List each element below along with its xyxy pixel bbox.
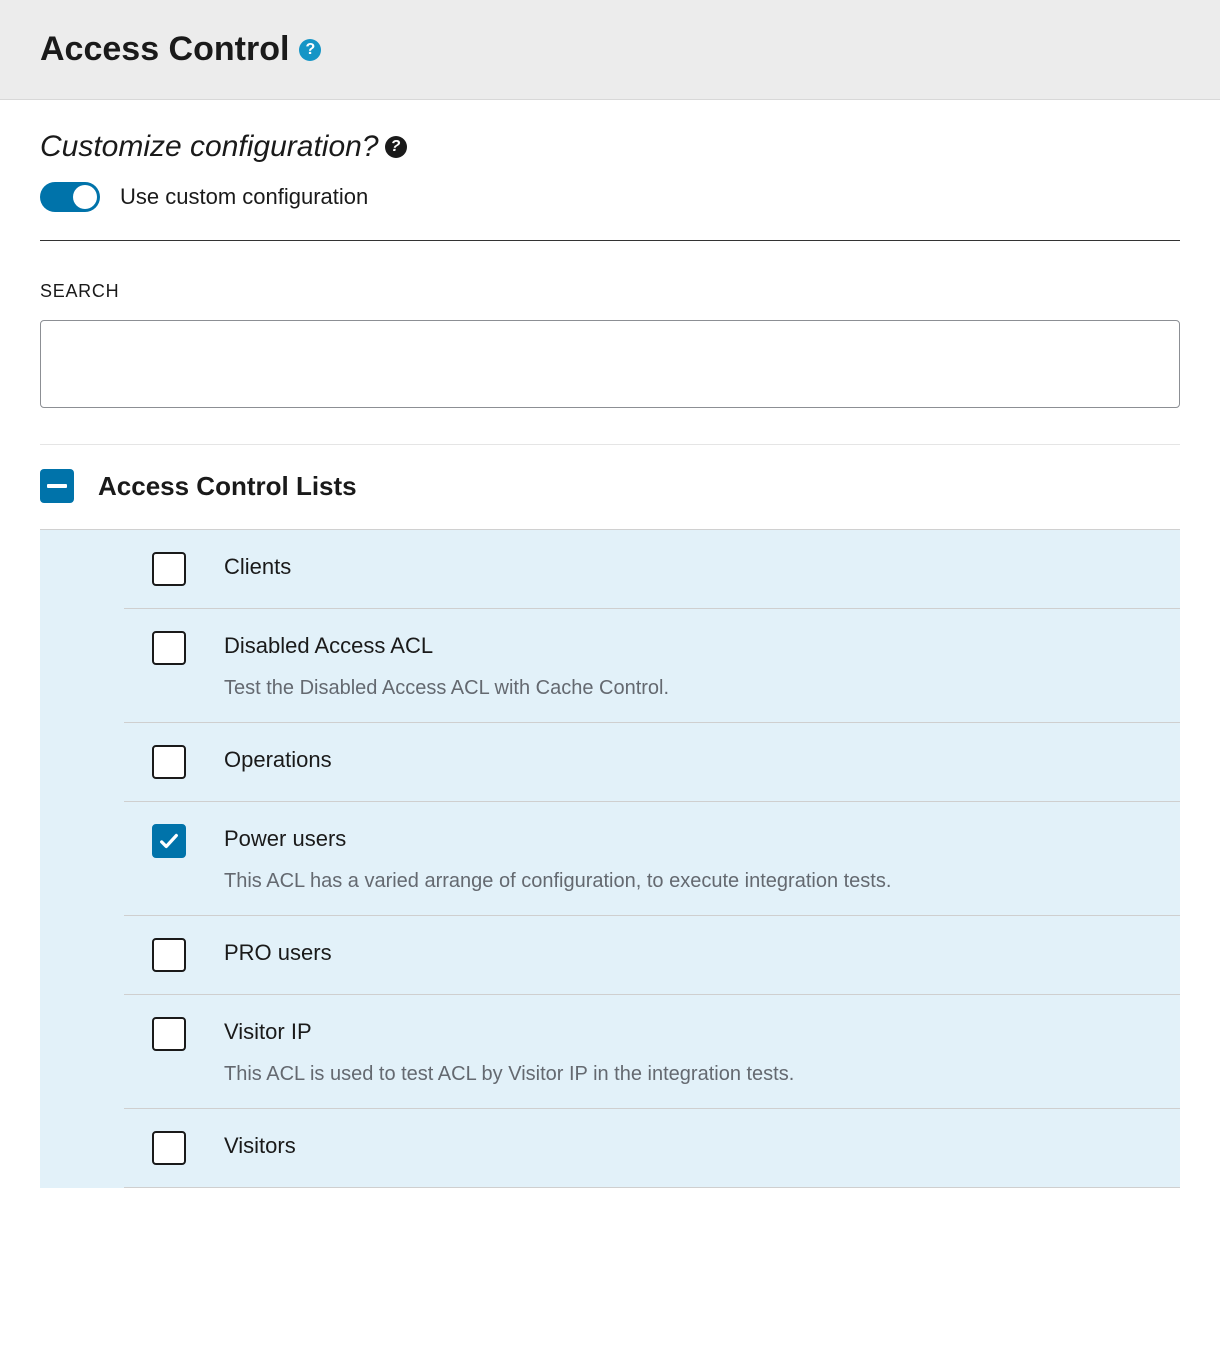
acl-label[interactable]: Visitors bbox=[224, 1133, 1150, 1159]
help-icon[interactable]: ? bbox=[385, 136, 407, 158]
search-input[interactable] bbox=[40, 320, 1180, 408]
help-icon[interactable]: ? bbox=[299, 39, 321, 61]
acl-body: Visitors bbox=[224, 1131, 1150, 1159]
acl-checkbox[interactable] bbox=[152, 552, 186, 586]
acl-description: This ACL is used to test ACL by Visitor … bbox=[224, 1063, 1150, 1086]
acl-checkbox[interactable] bbox=[152, 824, 186, 858]
acl-checkbox[interactable] bbox=[152, 745, 186, 779]
check-icon bbox=[158, 830, 180, 852]
search-label: SEARCH bbox=[40, 281, 1180, 302]
acl-label[interactable]: Operations bbox=[224, 747, 1150, 773]
acl-label[interactable]: Disabled Access ACL bbox=[224, 633, 1150, 659]
acl-label[interactable]: Power users bbox=[224, 826, 1150, 852]
group-checkbox-indeterminate[interactable] bbox=[40, 469, 74, 503]
divider bbox=[40, 444, 1180, 445]
acl-list: Clients Disabled Access ACL Test the Disab… bbox=[40, 529, 1180, 1188]
acl-checkbox[interactable] bbox=[152, 1131, 186, 1165]
minus-icon bbox=[47, 484, 67, 488]
acl-label[interactable]: PRO users bbox=[224, 940, 1150, 966]
page-title: Access Control ? bbox=[40, 30, 321, 69]
page-title-text: Access Control bbox=[40, 30, 289, 69]
acl-body: Clients bbox=[224, 552, 1150, 580]
group-header: Access Control Lists bbox=[40, 469, 1180, 503]
customize-heading: Customize configuration? ? bbox=[40, 130, 407, 164]
acl-body: Visitor IP This ACL is used to test ACL b… bbox=[224, 1017, 1150, 1086]
toggle-label: Use custom configuration bbox=[120, 184, 368, 210]
acl-label[interactable]: Visitor IP bbox=[224, 1019, 1150, 1045]
acl-row: Clients bbox=[124, 530, 1180, 609]
acl-row: Disabled Access ACL Test the Disabled Acc… bbox=[124, 609, 1180, 723]
acl-row: Operations bbox=[124, 723, 1180, 802]
acl-row: PRO users bbox=[124, 916, 1180, 995]
acl-row: Power users This ACL has a varied arrange… bbox=[124, 802, 1180, 916]
acl-body: PRO users bbox=[224, 938, 1150, 966]
acl-description: Test the Disabled Access ACL with Cache … bbox=[224, 677, 1150, 700]
customize-heading-text: Customize configuration? bbox=[40, 130, 379, 164]
acl-body: Disabled Access ACL Test the Disabled Acc… bbox=[224, 631, 1150, 700]
acl-row: Visitor IP This ACL is used to test ACL b… bbox=[124, 995, 1180, 1109]
custom-config-toggle[interactable] bbox=[40, 182, 100, 212]
toggle-row: Use custom configuration bbox=[40, 182, 1180, 241]
page-header: Access Control ? bbox=[0, 0, 1220, 100]
acl-body: Power users This ACL has a varied arrange… bbox=[224, 824, 1150, 893]
acl-checkbox[interactable] bbox=[152, 631, 186, 665]
toggle-knob bbox=[73, 185, 97, 209]
acl-label[interactable]: Clients bbox=[224, 554, 1150, 580]
group-title: Access Control Lists bbox=[98, 471, 357, 502]
content: Customize configuration? ? Use custom co… bbox=[0, 100, 1220, 1188]
acl-description: This ACL has a varied arrange of configu… bbox=[224, 870, 1150, 893]
acl-checkbox[interactable] bbox=[152, 938, 186, 972]
acl-checkbox[interactable] bbox=[152, 1017, 186, 1051]
acl-body: Operations bbox=[224, 745, 1150, 773]
acl-row: Visitors bbox=[124, 1109, 1180, 1188]
